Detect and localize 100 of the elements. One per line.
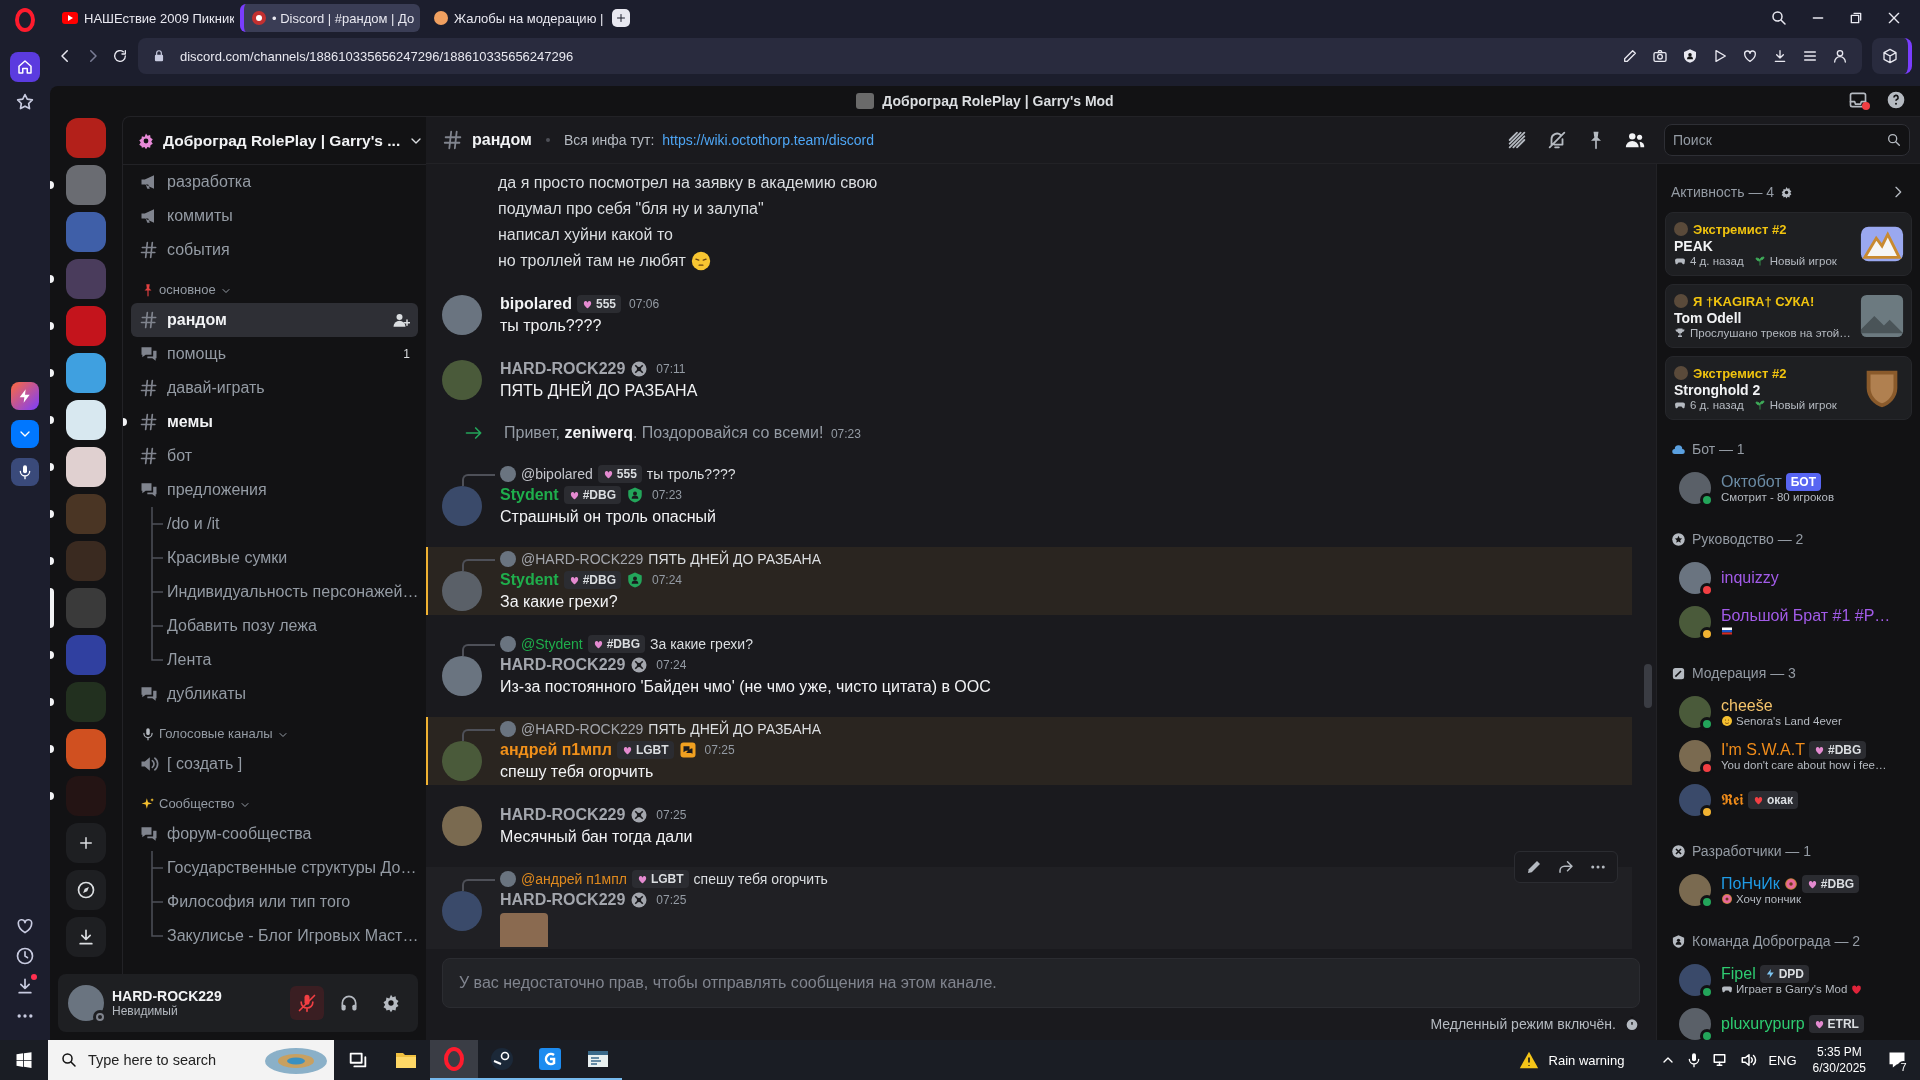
shield-icon[interactable]: [1682, 48, 1698, 64]
thread-item[interactable]: Государственные структуры До…: [167, 859, 417, 877]
threads-icon[interactable]: [1506, 129, 1528, 151]
author-name[interactable]: Stydent: [500, 486, 559, 504]
browser-tab[interactable]: • Discord | #рандом | До: [240, 4, 420, 32]
channel-item[interactable]: форум-сообщества: [131, 817, 418, 851]
volume-icon[interactable]: [1740, 1051, 1759, 1069]
address-bar[interactable]: discord.com/channels/188610335656247296/188610335656247296: [138, 38, 1862, 74]
camera-icon[interactable]: [1652, 48, 1668, 64]
activity-card[interactable]: Экстремист #2 Stronghold 2 6 д. назад Новый игрок: [1665, 356, 1912, 420]
mute-button[interactable]: [290, 986, 324, 1020]
channel-item[interactable]: помощь 1: [131, 337, 418, 371]
category-header[interactable]: Сообщество: [159, 796, 235, 811]
server-header[interactable]: Доброград RolePlay | Garry's ...: [123, 117, 426, 165]
member-name[interactable]: inquizzy: [1721, 569, 1779, 587]
star-icon[interactable]: [15, 92, 35, 112]
weather-text[interactable]: Rain warning: [1548, 1052, 1625, 1068]
channel-item[interactable]: давай-играть: [131, 371, 418, 405]
new-tab-button[interactable]: [612, 9, 630, 27]
reply-preview[interactable]: спешу тебя огорчить: [693, 871, 828, 887]
channel-item[interactable]: коммиты: [131, 199, 418, 233]
reply-preview[interactable]: ПЯТЬ ДНЕЙ ДО РАЗБАНА: [648, 551, 821, 567]
app-shortcut[interactable]: [11, 458, 39, 486]
thread-item[interactable]: /do и /it: [167, 515, 220, 533]
server-icon[interactable]: [66, 353, 106, 393]
app-shortcut[interactable]: [11, 420, 39, 448]
channel-item[interactable]: разработка: [131, 165, 418, 199]
channel-item[interactable]: [ создать ]: [131, 747, 418, 781]
author-name[interactable]: Stydent: [500, 571, 559, 589]
author-name[interactable]: HARD-ROCK229: [500, 891, 626, 909]
reply-author[interactable]: @HARD-ROCK229: [521, 551, 644, 567]
member-name[interactable]: Большой Брат #1 #P…: [1721, 607, 1891, 625]
add-member-icon[interactable]: [392, 311, 410, 329]
member-name[interactable]: pluxurypurp: [1721, 1015, 1805, 1033]
author-name[interactable]: андрей п1мпл: [500, 741, 612, 759]
close-icon[interactable]: [1886, 10, 1902, 26]
channel-item[interactable]: бот: [131, 439, 418, 473]
download-icon[interactable]: [15, 976, 35, 996]
server-icon[interactable]: [66, 447, 106, 487]
member-name[interactable]: ПоНчИк: [1721, 875, 1780, 893]
pencil-icon[interactable]: [1525, 858, 1543, 876]
heart-icon[interactable]: [15, 916, 35, 936]
topic-link[interactable]: https://wiki.octothorp.team/discord: [662, 132, 874, 148]
menu-icon[interactable]: [1802, 48, 1818, 64]
channel-item[interactable]: дубликаты: [131, 677, 418, 711]
extensions-button[interactable]: [1872, 38, 1912, 74]
reply-author[interactable]: @HARD-ROCK229: [521, 721, 644, 737]
search-icon[interactable]: [1770, 9, 1788, 27]
channel-item[interactable]: рандом: [131, 303, 418, 337]
thread-item[interactable]: Закулисье - Блог Игровых Маст…: [167, 927, 419, 945]
thread-item[interactable]: Красивые сумки: [167, 549, 288, 567]
member-name[interactable]: cheeše: [1721, 697, 1773, 715]
reply-author[interactable]: @bipolared: [521, 466, 593, 482]
author-name[interactable]: HARD-ROCK229: [500, 806, 626, 824]
thread-item[interactable]: Философия или тип того: [167, 893, 351, 911]
clock-icon[interactable]: [15, 946, 35, 966]
reply-author[interactable]: @Stydent: [521, 636, 583, 652]
member-name[interactable]: I'm S.W.A.T: [1721, 741, 1805, 759]
category-header[interactable]: Голосовые каналы: [159, 726, 273, 741]
channel-item[interactable]: мемы: [131, 405, 418, 439]
reply-preview[interactable]: За какие грехи?: [650, 636, 753, 652]
member-name[interactable]: Fipel: [1721, 964, 1756, 983]
notifications-muted-icon[interactable]: [1546, 129, 1568, 151]
server-icon[interactable]: [66, 400, 106, 440]
clock[interactable]: 5:35 PM 6/30/2025: [1806, 1044, 1872, 1076]
forward-icon[interactable]: [1557, 858, 1575, 876]
app-shortcut[interactable]: [11, 382, 39, 410]
thread-item[interactable]: Добавить позу лежа: [167, 617, 317, 635]
add-server-button[interactable]: [66, 823, 106, 863]
help-icon[interactable]: [1886, 90, 1906, 110]
input-language[interactable]: ENG: [1768, 1052, 1797, 1068]
download-icon[interactable]: [1772, 48, 1788, 64]
home-button[interactable]: [10, 52, 40, 82]
profile-icon[interactable]: [1832, 48, 1848, 64]
download-apps-button[interactable]: [66, 917, 106, 957]
author-name[interactable]: HARD-ROCK229: [500, 656, 626, 674]
restore-icon[interactable]: [1848, 10, 1864, 26]
pencil-icon[interactable]: [1622, 48, 1638, 64]
thread-item[interactable]: Индивидуальность персонажей…: [167, 583, 419, 601]
thread-item[interactable]: Лента: [167, 651, 212, 669]
browser-tab[interactable]: Жалобы на модерацию |: [426, 4, 606, 32]
scrollbar-thumb[interactable]: [1644, 664, 1652, 708]
discover-button[interactable]: [66, 870, 106, 910]
channel-item[interactable]: предложения: [131, 473, 418, 507]
reply-preview[interactable]: ПЯТЬ ДНЕЙ ДО РАЗБАНА: [648, 721, 821, 737]
member-name[interactable]: 𝕽𝖊𝖎: [1721, 791, 1744, 809]
opera-logo-icon[interactable]: [15, 8, 35, 32]
channel-item[interactable]: события: [131, 233, 418, 267]
activity-card[interactable]: Я †KAGIRA† СУКА! Tom Odell Прослушано треков на этой…: [1665, 284, 1912, 348]
reload-icon[interactable]: [112, 48, 128, 64]
author-name[interactable]: HARD-ROCK229: [500, 360, 626, 378]
reply-author[interactable]: @андрей п1мпл: [521, 871, 627, 887]
search-field[interactable]: Поиск: [1664, 124, 1910, 156]
settings-icon[interactable]: [1780, 185, 1794, 199]
member-name[interactable]: Октобот: [1721, 473, 1782, 491]
author-name[interactable]: bipolared: [500, 295, 572, 313]
category-header[interactable]: основное: [159, 282, 216, 297]
inbox-icon[interactable]: [1848, 90, 1868, 110]
reply-preview[interactable]: ты троль????: [646, 466, 736, 482]
activity-card[interactable]: Экстремист #2 PEAK 4 д. назад Новый игрок: [1665, 212, 1912, 276]
